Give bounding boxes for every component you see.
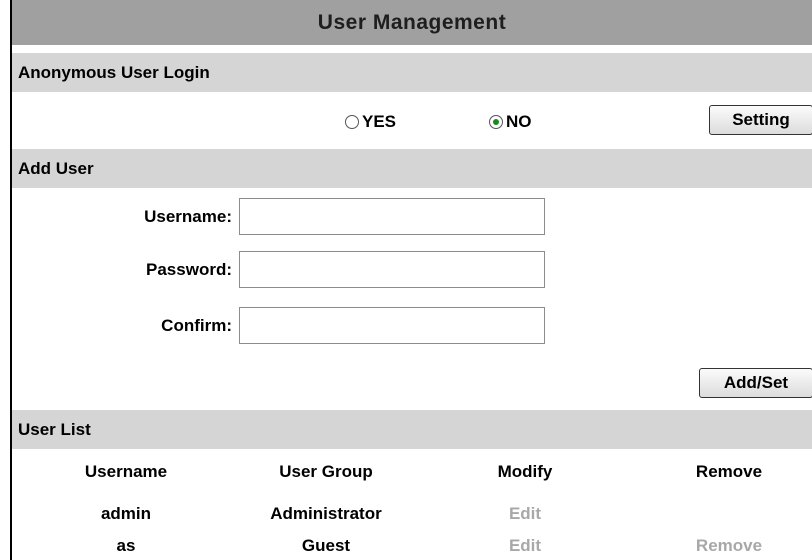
radio-yes-circle[interactable]	[345, 115, 359, 129]
column-user-group: User Group	[279, 462, 373, 481]
row-user-group: Guest	[301, 536, 351, 555]
column-modify: Modify	[497, 462, 553, 481]
user-list-header: User List	[12, 410, 812, 449]
edit-link[interactable]: Edit	[425, 536, 625, 556]
anonymous-login-header: Anonymous User Login	[12, 53, 812, 92]
radio-yes-label: YES	[362, 112, 397, 131]
column-username: Username	[84, 462, 168, 481]
confirm-label: Confirm:	[161, 316, 232, 335]
edit-link[interactable]: Edit	[425, 504, 625, 524]
password-label: Password:	[146, 260, 232, 279]
setting-button[interactable]: Setting	[709, 105, 812, 135]
add-user-header: Add User	[12, 149, 812, 188]
column-remove: Remove	[695, 462, 763, 481]
remove-link[interactable]: Remove	[629, 536, 812, 556]
row-username: as	[116, 536, 136, 555]
row-user-group: Administrator	[270, 504, 382, 523]
add-set-button[interactable]: Add/Set	[699, 368, 812, 398]
radio-yes[interactable]: YES	[345, 112, 396, 132]
username-label: Username:	[144, 207, 232, 226]
radio-no-label: NO	[506, 112, 532, 131]
confirm-input[interactable]	[239, 307, 545, 344]
row-username: admin	[100, 504, 152, 523]
radio-no[interactable]: NO	[489, 112, 532, 132]
radio-no-circle[interactable]	[489, 115, 503, 129]
password-input[interactable]	[239, 251, 545, 288]
username-input[interactable]	[239, 198, 545, 235]
user-management-panel: User Management Anonymous User Login YES…	[10, 0, 812, 560]
page-title: User Management	[12, 0, 812, 45]
